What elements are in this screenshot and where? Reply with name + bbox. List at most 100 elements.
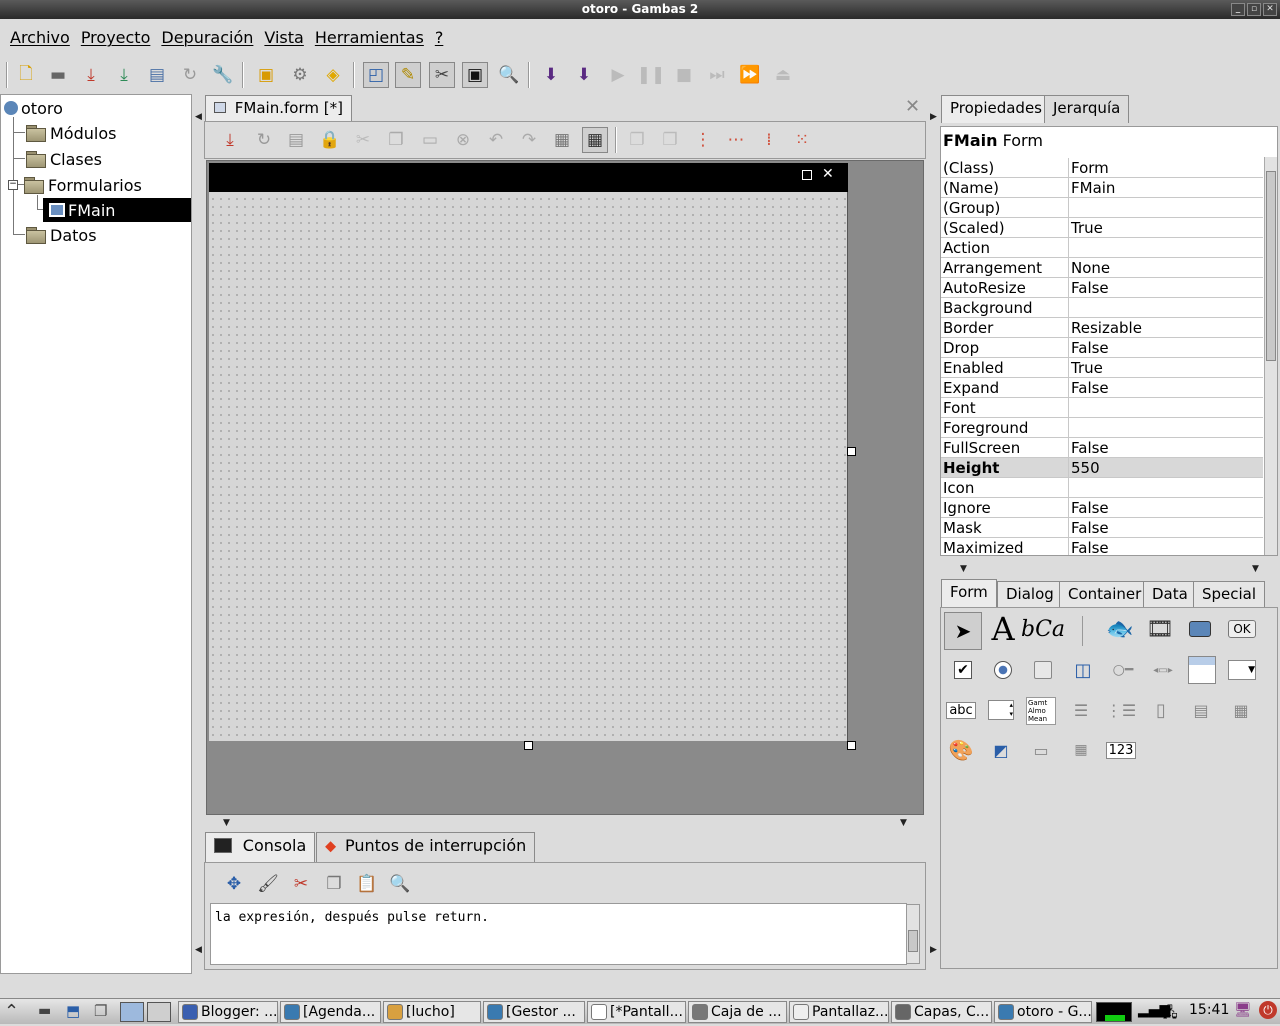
combobox-tool-icon[interactable]: ▼ (1227, 655, 1257, 685)
property-row[interactable]: Icon (941, 478, 1263, 498)
copy-icon[interactable]: ❐ (383, 127, 409, 153)
taskbar-task[interactable]: Caja de ... (688, 1001, 787, 1023)
drawing-area-tool-icon[interactable] (1185, 614, 1215, 644)
lock-icon[interactable]: 🔒 (317, 127, 343, 153)
property-row[interactable]: FullScreen False (941, 438, 1263, 458)
send-back-icon[interactable]: ❐ (657, 127, 683, 153)
distribute-icon[interactable]: ⁞ (756, 127, 782, 153)
tree-item-formularios[interactable]: − Formularios (8, 173, 142, 197)
picturebox-tool-icon[interactable]: ◫ (1068, 655, 1098, 685)
forward-icon[interactable]: ⏭ (704, 62, 730, 88)
tab-data[interactable]: Data (1143, 581, 1197, 607)
treeview-tool-icon[interactable]: ☰ (1066, 695, 1096, 725)
file-manager-icon[interactable]: ⬒ (66, 1002, 80, 1020)
textlabel-tool[interactable]: bCa (1021, 614, 1065, 644)
workspace-1[interactable] (120, 1002, 144, 1022)
form-canvas[interactable] (209, 163, 848, 741)
maximize-button[interactable]: ▫ (1247, 3, 1261, 16)
close-window-button[interactable]: ✕ (1263, 3, 1277, 16)
tree-root[interactable]: otoro (4, 96, 63, 120)
tab-special[interactable]: Special (1193, 581, 1266, 607)
property-value[interactable]: None (1071, 258, 1110, 278)
window-list-icon[interactable]: ❐ (94, 1002, 107, 1020)
columnview-tool-icon[interactable]: ⋮☰ (1106, 695, 1136, 725)
move-icon[interactable]: ✥ (222, 872, 246, 896)
property-row[interactable]: Maximized False (941, 538, 1263, 555)
menu-vista[interactable]: Vista (260, 26, 310, 52)
taskbar-task[interactable]: [lucho] (383, 1001, 481, 1023)
listview-tool-icon[interactable] (1187, 655, 1217, 685)
pointer-tool-icon[interactable]: ➤ (944, 612, 982, 650)
gridview-tool-icon[interactable]: ▦ (1226, 695, 1256, 725)
property-row[interactable]: Height 550 (941, 458, 1263, 478)
property-row[interactable]: (Class) Form (941, 158, 1263, 178)
menu-depuracion[interactable]: Depuración (157, 26, 260, 52)
tree-item-fmain[interactable]: FMain (43, 198, 191, 222)
property-row[interactable]: (Group) (941, 198, 1263, 218)
menu-help[interactable]: ? (431, 26, 451, 52)
property-value[interactable]: False (1071, 338, 1109, 358)
tableview-tool-icon[interactable]: ▦ (1066, 735, 1096, 765)
refresh-icon[interactable]: ↻ (177, 62, 203, 88)
run-icon[interactable]: ▶ (605, 62, 631, 88)
property-value[interactable]: False (1071, 538, 1109, 555)
property-value[interactable]: False (1071, 438, 1109, 458)
tab-fmain-form[interactable]: FMain.form [*] (205, 95, 352, 121)
clock[interactable]: 15:41 (1189, 1002, 1229, 1018)
splitter-down-arrow[interactable]: ▼ (960, 564, 967, 574)
paste-icon[interactable]: ▭ (417, 127, 443, 153)
property-row[interactable]: Background (941, 298, 1263, 318)
splitter-right-arrow[interactable]: ▶ (930, 112, 937, 122)
splitter-down-arrow[interactable]: ▼ (1252, 564, 1259, 574)
property-row[interactable]: Drop False (941, 338, 1263, 358)
checkbox-tool-icon[interactable]: ✔ (948, 655, 978, 685)
tab-puntos-interrupcion[interactable]: ⬥ Puntos de interrupción (316, 832, 536, 862)
property-row[interactable]: Mask False (941, 518, 1263, 538)
stop-icon[interactable]: ■ (671, 62, 697, 88)
workspace-2[interactable] (147, 1002, 171, 1022)
taskbar-task[interactable]: [Gestor ... (483, 1001, 585, 1023)
new-file-icon[interactable]: 🗋 (13, 62, 39, 88)
lock-screen-icon[interactable]: 🖥 (1234, 1002, 1252, 1018)
taskbar-task[interactable]: Blogger: ... (178, 1001, 278, 1023)
collapse-icon[interactable]: − (8, 180, 18, 190)
color-palette-tool-icon[interactable]: 🎨 (946, 735, 976, 765)
slider-tool-icon[interactable]: ○━ (1108, 655, 1138, 685)
button-tool[interactable]: OK (1227, 614, 1257, 644)
taskbar-task[interactable]: Capas, C... (891, 1001, 992, 1023)
movie-tool-icon[interactable]: 🎞 (1145, 614, 1175, 644)
tab-dialog[interactable]: Dialog (997, 581, 1063, 607)
tree-item-datos[interactable]: Datos (26, 223, 97, 247)
property-row[interactable]: (Name) FMain (941, 178, 1263, 198)
property-value[interactable]: False (1071, 518, 1109, 538)
property-row[interactable]: Action (941, 238, 1263, 258)
grid-icon[interactable]: ▦ (582, 127, 608, 153)
minimize-button[interactable]: _ (1231, 3, 1245, 16)
save-icon[interactable]: ⤓ (217, 127, 243, 153)
tab-form[interactable]: Form (941, 579, 997, 607)
tab-consola[interactable]: Consola (205, 832, 316, 862)
pause-icon[interactable]: ❚❚ (637, 62, 666, 88)
property-value[interactable]: False (1071, 378, 1109, 398)
delete-icon[interactable]: ⊗ (450, 127, 476, 153)
components-gear-icon[interactable]: ⚙ (287, 62, 313, 88)
tab-jerarquia[interactable]: Jerarquía (1044, 95, 1130, 123)
console-scrollbar[interactable] (906, 904, 920, 964)
textbox-tool[interactable]: abc (946, 695, 976, 725)
property-row[interactable]: Border Resizable (941, 318, 1263, 338)
console-icon[interactable]: ▣ (462, 62, 488, 88)
scrollbar-tool-icon[interactable]: ◂▭▸ (1148, 655, 1178, 685)
fast-forward-icon[interactable]: ⏩ (737, 62, 763, 88)
taskbar-task[interactable]: otoro - G... (994, 1001, 1092, 1023)
gambas-logo-tool-icon[interactable]: 🐟 (1105, 614, 1135, 644)
valuebox-tool[interactable]: 123 (1105, 735, 1137, 765)
menu-editor-icon[interactable]: ▦ (549, 127, 575, 153)
tab-propiedades[interactable]: Propiedades (941, 95, 1051, 123)
property-value[interactable]: False (1071, 498, 1109, 518)
show-desktop-icon[interactable]: ▬ (38, 1003, 51, 1019)
property-value[interactable]: True (1071, 358, 1103, 378)
return-icon[interactable]: ⏏ (770, 62, 796, 88)
cut-icon[interactable]: ✂ (289, 872, 313, 896)
tree-item-modulos[interactable]: Módulos (26, 121, 116, 145)
property-row[interactable]: Foreground (941, 418, 1263, 438)
